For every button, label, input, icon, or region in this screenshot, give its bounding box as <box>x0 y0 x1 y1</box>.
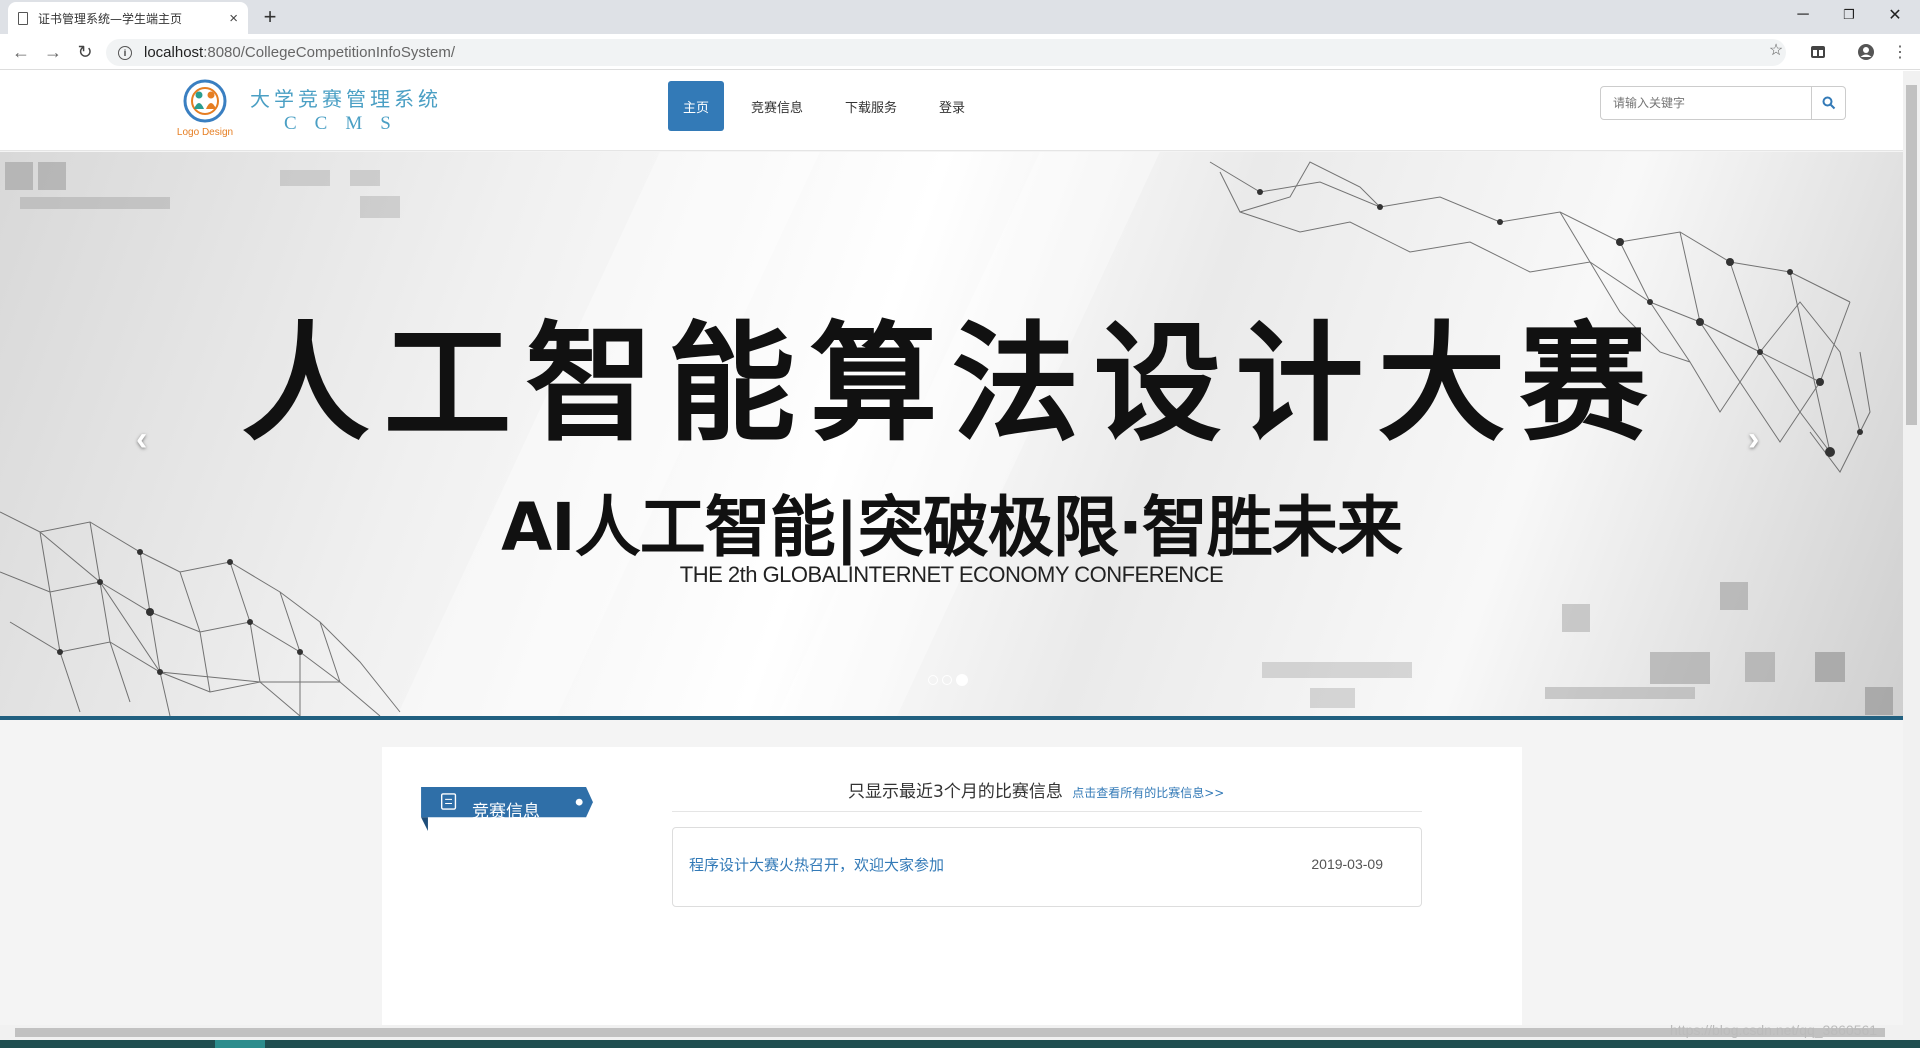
carousel-indicator[interactable] <box>942 675 952 685</box>
list-item-title[interactable]: 程序设计大赛火热召开，欢迎大家参加 <box>689 854 944 875</box>
page-viewport: Logo Design 大学竞赛管理系统 CCMS 主页 竞赛信息 下载服务 登… <box>0 71 1903 1025</box>
new-tab-button[interactable]: + <box>256 4 284 29</box>
tab-close-icon[interactable]: × <box>229 10 238 27</box>
list-item-date: 2019-03-09 <box>1311 856 1383 872</box>
nav-home[interactable]: 主页 <box>668 81 725 131</box>
decor-square <box>1310 688 1355 708</box>
url-host: localhost <box>144 44 204 61</box>
decor-square <box>1865 687 1893 715</box>
recent-heading: 只显示最近3个月的比赛信息 点击查看所有的比赛信息>> <box>848 777 1224 802</box>
decor-square <box>1562 604 1590 632</box>
bookmark-star-icon[interactable]: ☆ <box>1766 40 1786 60</box>
main-nav: 主页 竞赛信息 下载服务 登录 <box>668 81 992 131</box>
decor-square <box>1262 662 1412 678</box>
carousel-prev-icon[interactable]: ‹ <box>136 420 147 459</box>
section-title: 竞赛信息 <box>472 802 540 822</box>
minimize-icon[interactable]: ─ <box>1780 0 1826 30</box>
browser-tab[interactable]: 证书管理系统—学生端主页 × <box>8 2 248 34</box>
vertical-scrollbar[interactable] <box>1903 71 1920 1025</box>
browser-toolbar: ← → ↻ i localhost :8080/CollegeCompetiti… <box>0 34 1920 70</box>
banner-border <box>0 716 1903 720</box>
nav-competitions[interactable]: 竞赛信息 <box>736 81 818 131</box>
site-info-icon[interactable]: i <box>118 45 132 60</box>
nav-downloads[interactable]: 下载服务 <box>830 81 912 131</box>
banner-headline: 人工智能算法设计大赛 <box>241 310 1662 459</box>
site-logo[interactable]: Logo Design <box>170 79 240 143</box>
scroll-thumb[interactable] <box>15 1028 1885 1037</box>
os-taskbar <box>0 1040 1920 1048</box>
banner-subline: AI人工智能|突破极限·智胜未来 <box>501 489 1403 566</box>
carousel-indicator[interactable] <box>928 675 938 685</box>
url-path: :8080/CollegeCompetitionInfoSystem/ <box>203 44 456 61</box>
recent-title: 只显示最近3个月的比赛信息 <box>848 782 1063 802</box>
profile-icon[interactable] <box>1856 42 1876 62</box>
carousel-indicator-active[interactable] <box>956 674 968 686</box>
divider <box>672 811 1422 812</box>
decor-square <box>1745 652 1775 682</box>
logo-emblem-icon <box>183 79 227 123</box>
competition-panel: 竞赛信息 只显示最近3个月的比赛信息 点击查看所有的比赛信息>> 程序设计大赛火… <box>382 747 1522 1025</box>
banner-conference: THE 2th GLOBALINTERNET ECONOMY CONFERENC… <box>679 562 1224 587</box>
decor-square <box>20 197 170 209</box>
logo-title-cn: 大学竞赛管理系统 <box>250 87 442 111</box>
nav-login[interactable]: 登录 <box>924 81 980 131</box>
window-close-icon[interactable]: ✕ <box>1872 0 1918 30</box>
search-input[interactable] <box>1600 86 1812 120</box>
extension-icon[interactable] <box>1808 42 1828 62</box>
carousel-indicators <box>928 674 968 686</box>
horizontal-scrollbar[interactable] <box>0 1025 1920 1040</box>
banner-carousel: 人工智能算法设计大赛 AI人工智能|突破极限·智胜未来 THE 2th GLOB… <box>0 152 1903 716</box>
browser-menu-icon[interactable]: ⋮ <box>1890 42 1910 62</box>
reload-icon[interactable]: ↻ <box>74 41 96 63</box>
browser-tabbar: 证书管理系统—学生端主页 × + ─ ❐ ✕ <box>0 0 1920 34</box>
watermark: https://blog.csdn.net/qq_3860561 <box>1670 1022 1878 1038</box>
decor-square <box>360 196 400 218</box>
taskbar-item[interactable] <box>215 1040 265 1048</box>
decor-square <box>350 170 380 186</box>
site-header: Logo Design 大学竞赛管理系统 CCMS 主页 竞赛信息 下载服务 登… <box>0 71 1903 151</box>
view-all-link[interactable]: 点击查看所有的比赛信息>> <box>1072 786 1224 800</box>
back-icon[interactable]: ← <box>10 41 32 63</box>
search-form <box>1600 86 1846 120</box>
scroll-thumb[interactable] <box>1906 85 1917 425</box>
tab-title: 证书管理系统—学生端主页 <box>38 11 183 26</box>
decor-square <box>1545 687 1695 699</box>
restore-icon[interactable]: ❐ <box>1826 0 1872 30</box>
decor-square <box>280 170 330 186</box>
competition-list: 程序设计大赛火热召开，欢迎大家参加 2019-03-09 <box>672 827 1422 907</box>
carousel-next-icon[interactable]: › <box>1748 420 1759 459</box>
page-icon <box>18 11 28 25</box>
logo-caption: Logo Design <box>176 127 234 138</box>
search-icon <box>1822 96 1835 110</box>
decor-square <box>38 162 66 190</box>
address-bar[interactable]: i localhost :8080/CollegeCompetitionInfo… <box>106 39 1786 66</box>
decor-square <box>1650 652 1710 684</box>
search-button[interactable] <box>1812 86 1846 120</box>
decor-square <box>1815 652 1845 682</box>
forward-icon[interactable]: → <box>42 41 64 63</box>
logo-title-en: CCMS <box>284 113 409 134</box>
decor-square <box>5 162 33 190</box>
